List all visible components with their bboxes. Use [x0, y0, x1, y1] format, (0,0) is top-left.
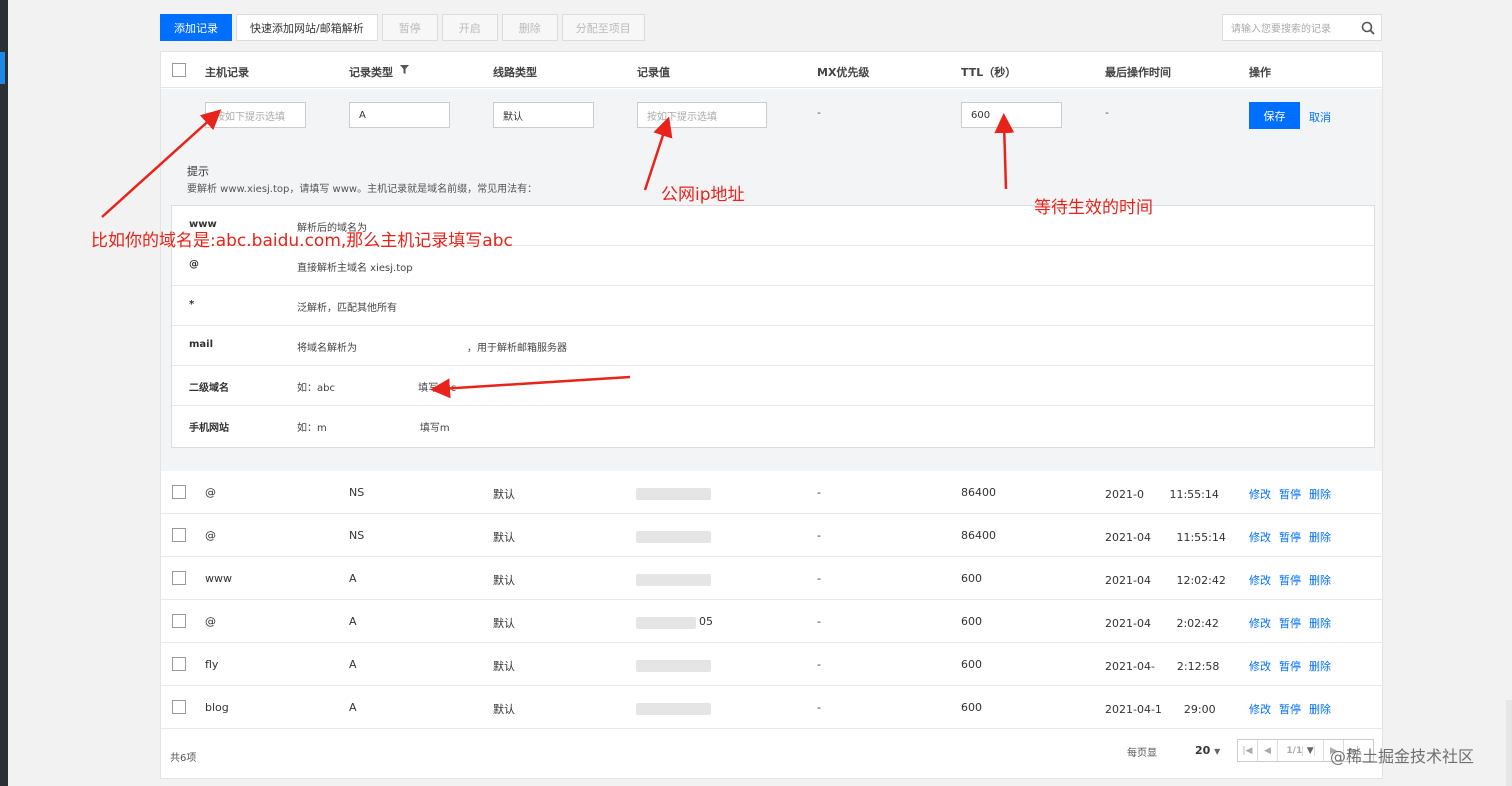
annotation-arrows [101, 109, 1015, 399]
watermark: @稀土掘金技术社区 [1330, 747, 1475, 766]
arrow-to-ttl-input [994, 113, 1015, 190]
annotation-ttl-hint: 等待生效的时间 [1034, 198, 1153, 218]
arrow-to-host-input [101, 109, 222, 218]
arrow-to-subdomain-hint [430, 375, 631, 399]
annotation-value-hint: 公网ip地址 [661, 185, 745, 205]
annotation-host-hint: 比如你的域名是:abc.baidu.com,那么主机记录填写abc [91, 231, 513, 251]
